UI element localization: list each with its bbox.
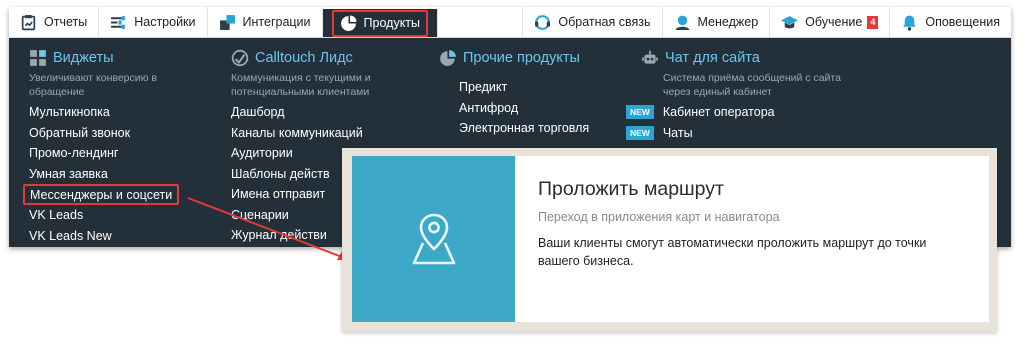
menu-item-vk-leads[interactable]: VK Leads <box>29 205 179 226</box>
menu-item-operator-cabinet[interactable]: NEW Кабинет оператора <box>626 102 848 123</box>
nav-notifications-label: Оповещения <box>925 15 1000 29</box>
widgets-description: Увеличивают конверсию в обращение <box>29 72 158 98</box>
menu-item-ecommerce[interactable]: Электронная торговля <box>459 118 589 139</box>
nav-education[interactable]: Обучение 4 <box>769 7 889 37</box>
new-badge: NEW <box>626 125 654 140</box>
nav-manager-label: Менеджер <box>697 15 759 29</box>
feature-card-frame: Проложить маршрут Переход в приложения к… <box>342 148 997 332</box>
nav-products[interactable]: Продукты <box>322 9 439 37</box>
chats-label: Чаты <box>662 125 693 140</box>
reports-icon <box>21 14 36 30</box>
nav-manager[interactable]: Менеджер <box>661 7 770 37</box>
nav-integrations[interactable]: Интеграции <box>208 7 323 37</box>
settings-icon <box>111 15 126 29</box>
bell-icon <box>903 15 917 31</box>
chat-bot-icon <box>642 50 658 64</box>
feature-card-title: Проложить маршрут <box>538 178 724 200</box>
menu-item-channels[interactable]: Каналы коммуникаций <box>231 123 381 144</box>
nav-settings-label: Настройки <box>134 15 196 29</box>
feature-card[interactable]: Проложить маршрут Переход в приложения к… <box>352 156 989 322</box>
leads-description: Коммуникация с текущими и потенциальными… <box>231 72 371 98</box>
top-navigation: Отчеты Настройки Интеграции Продукты Обр… <box>9 7 1011 38</box>
widgets-heading[interactable]: Виджеты <box>29 47 179 69</box>
menu-item-smart-form[interactable]: Умная заявка <box>29 164 179 185</box>
manager-icon <box>675 15 689 30</box>
menu-item-promo-landing[interactable]: Промо-лендинг <box>29 143 179 164</box>
menu-item-callback[interactable]: Обратный звонок <box>29 123 179 144</box>
education-icon <box>781 15 799 28</box>
new-badge: NEW <box>626 105 654 120</box>
other-products-title: Прочие продукты <box>463 50 580 66</box>
nav-education-label: Обучение <box>805 15 863 29</box>
nav-feedback[interactable]: Обратная связь <box>522 7 661 37</box>
nav-feedback-label: Обратная связь <box>558 15 651 29</box>
nav-products-label: Продукты <box>363 16 421 30</box>
leads-heading[interactable]: Calltouch Лидс <box>231 47 381 69</box>
nav-left: Отчеты Настройки Интеграции Продукты <box>9 7 439 37</box>
operator-cabinet-label: Кабинет оператора <box>662 105 775 120</box>
feature-card-subtitle: Переход в приложения карт и навигатора <box>538 210 780 224</box>
products-icon <box>340 15 356 31</box>
leads-icon <box>231 49 249 67</box>
other-products-items: Предикт Антифрод Электронная торговля <box>459 77 589 139</box>
site-chat-title: Чат для сайта <box>665 50 760 66</box>
nav-notifications[interactable]: Оповещения <box>889 7 1011 37</box>
nav-reports[interactable]: Отчеты <box>9 7 100 37</box>
feature-card-text: Ваши клиенты смогут автоматически пролож… <box>538 236 927 268</box>
other-products-heading[interactable]: Прочие продукты <box>439 47 589 69</box>
menu-item-vk-leads-new[interactable]: VK Leads New <box>29 226 179 247</box>
site-chat-heading[interactable]: Чат для сайта <box>641 47 848 69</box>
menu-item-messengers[interactable]: Мессенджеры и соцсети <box>23 184 180 205</box>
menu-item-multibutton[interactable]: Мультикнопка <box>29 102 179 123</box>
nav-settings[interactable]: Настройки <box>99 7 208 37</box>
leads-title: Calltouch Лидс <box>255 50 353 66</box>
feature-card-image <box>352 156 515 322</box>
nav-integrations-label: Интеграции <box>242 15 311 29</box>
nav-reports-label: Отчеты <box>44 15 88 29</box>
widgets-column: Виджеты Увеличивают конверсию в обращени… <box>23 47 180 247</box>
other-products-column: Прочие продукты Предикт Антифрод Электро… <box>439 47 589 139</box>
widgets-items: Мультикнопка Обратный звонок Промо-ленди… <box>23 102 180 247</box>
widgets-icon <box>30 50 46 66</box>
nav-products-highlight: Продукты <box>331 9 429 37</box>
feedback-icon <box>535 14 551 30</box>
widgets-title: Виджеты <box>53 50 114 66</box>
site-chat-description: Система приёма сообщений с сайта через е… <box>663 72 841 98</box>
products-icon <box>440 50 456 66</box>
menu-item-predict[interactable]: Предикт <box>459 77 589 98</box>
nav-right: Обратная связь Менеджер Обучение 4 Опове… <box>522 7 1011 37</box>
site-chat-items: NEW Кабинет оператора NEW Чаты <box>626 102 848 144</box>
menu-item-dashboard[interactable]: Дашборд <box>231 102 381 123</box>
integrations-icon <box>219 14 235 30</box>
menu-item-antifraud[interactable]: Антифрод <box>459 98 589 119</box>
menu-item-chats[interactable]: NEW Чаты <box>626 123 848 144</box>
education-badge: 4 <box>867 15 879 29</box>
map-pin-icon <box>412 213 455 265</box>
site-chat-column: Чат для сайта Система приёма сообщений с… <box>626 47 848 144</box>
